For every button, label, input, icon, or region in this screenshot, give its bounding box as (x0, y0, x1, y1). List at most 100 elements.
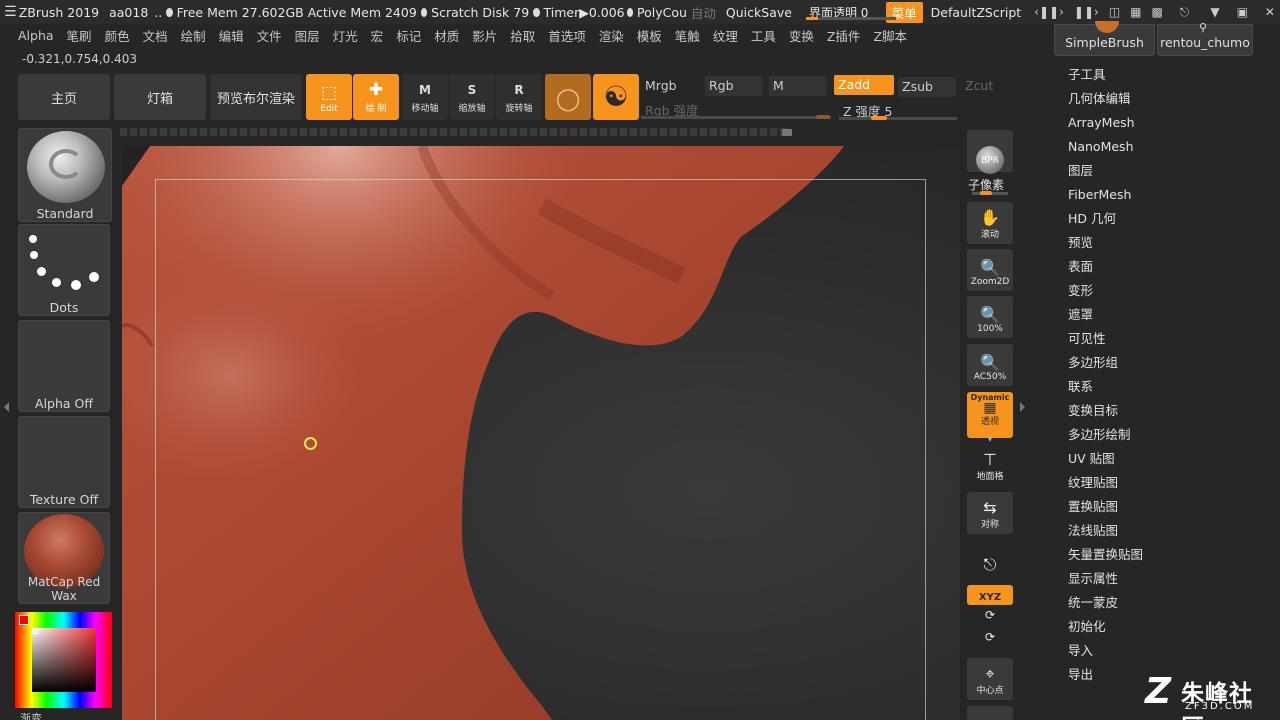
m-toggle[interactable]: M (769, 76, 827, 96)
minimize-icon[interactable]: ▼ (1210, 5, 1219, 19)
menu-item[interactable]: 材质 (434, 26, 459, 45)
material-selector[interactable]: MatCap Red Wax (18, 512, 110, 604)
color-saturation-square[interactable] (32, 628, 96, 692)
tool-menu-item[interactable]: 几何体编辑 (1068, 90, 1143, 114)
docking-icon[interactable]: ▩ (1152, 5, 1163, 19)
tool-menu-item[interactable]: 初始化 (1068, 618, 1143, 642)
bpr-render-button[interactable]: BPR (967, 130, 1013, 174)
maximize-icon[interactable]: ▣ (1237, 5, 1248, 19)
stroke-selector[interactable]: Dots (18, 224, 110, 316)
menu-item[interactable]: 工具 (751, 26, 776, 45)
material-sphere-button[interactable]: ◯ (545, 74, 591, 120)
zadd-toggle[interactable]: Zadd (834, 75, 894, 95)
canvas-scroll-thumb[interactable] (782, 129, 792, 136)
menu-item[interactable]: 文档 (143, 26, 168, 45)
tool-menu-item[interactable]: 法线贴图 (1068, 522, 1143, 546)
menu-item[interactable]: Z插件 (827, 26, 861, 45)
next-tool-button[interactable] (967, 706, 1013, 720)
tool-menu-item[interactable]: 统一蒙皮 (1068, 594, 1143, 618)
menu-item[interactable]: 渲染 (599, 26, 624, 45)
menu-item[interactable]: Z脚本 (873, 26, 907, 45)
tool-menu-item[interactable]: UV 贴图 (1068, 450, 1143, 474)
menu-item[interactable]: 纹理 (713, 26, 738, 45)
tool-menu-item[interactable]: 纹理贴图 (1068, 474, 1143, 498)
color-material-button[interactable]: ☯ (593, 74, 639, 120)
tool-menu-item[interactable]: 变形 (1068, 282, 1143, 306)
actual-size-button[interactable]: 🔍 100% (967, 296, 1013, 338)
lightbox-button[interactable]: 灯箱 (114, 74, 206, 120)
menu-item[interactable]: 笔刷 (67, 26, 92, 45)
scroll-button[interactable]: ✋ 滚动 (967, 202, 1013, 244)
zsub-toggle[interactable]: Zsub (898, 77, 956, 97)
document-canvas[interactable] (122, 146, 960, 720)
tool-menu-item[interactable]: 可见性 (1068, 330, 1143, 354)
ui-transparency-slider[interactable]: 界面透明 0 (805, 3, 896, 21)
menu-item[interactable]: 标记 (396, 26, 421, 45)
tool-menu-item[interactable]: NanoMesh (1068, 138, 1143, 162)
perspective-button[interactable]: Dynamic ▦ 透视 (967, 392, 1013, 438)
switch-layout-icon[interactable]: ▦ (1130, 5, 1141, 19)
bpr-preview-button[interactable]: 预览布尔渲染 (210, 74, 302, 120)
edit-mode-button[interactable]: ⬚ Edit (306, 74, 352, 120)
floor-grid-button[interactable]: ⊤ 地面格 (967, 448, 1013, 486)
xyz-rotate-button[interactable]: XYZ (967, 585, 1013, 605)
brush-selector[interactable]: Standard (18, 128, 112, 222)
tool-menu-item[interactable]: 多边形组 (1068, 354, 1143, 378)
tool-menu-item[interactable]: HD 几何 (1068, 210, 1143, 234)
tool-menu-item[interactable]: 变换目标 (1068, 402, 1143, 426)
menu-item[interactable]: 灯光 (333, 26, 358, 45)
canvas-scroll-rail[interactable] (120, 128, 790, 136)
z-intensity-slider[interactable] (839, 117, 957, 120)
draw-mode-button[interactable]: ✚ 绘 制 (353, 74, 399, 120)
rgb-toggle[interactable]: Rgb (705, 76, 763, 96)
color-picker[interactable] (15, 612, 112, 708)
menu-item[interactable]: 变换 (789, 26, 814, 45)
menu-item[interactable]: 影片 (472, 26, 497, 45)
menu-item[interactable]: 模板 (637, 26, 662, 45)
tool-menu-item[interactable]: 多边形绘制 (1068, 426, 1143, 450)
rotate-mode-button[interactable]: R 旋转轴 (496, 74, 542, 120)
rentou-brush-tile[interactable]: ⚲ rentou_chumo (1157, 21, 1253, 56)
main-color-swatch[interactable] (19, 615, 29, 625)
menu-item[interactable]: 拾取 (510, 26, 535, 45)
tray-dots-icon[interactable]: ‹❚❚› (1034, 5, 1064, 19)
lock-camera-button[interactable]: ⎋ (967, 540, 1013, 578)
menu-item[interactable]: Alpha (18, 28, 54, 43)
zcut-toggle[interactable]: Zcut (961, 76, 997, 96)
simple-brush-tile[interactable]: SimpleBrush (1054, 21, 1155, 56)
quicksave-button[interactable]: QuickSave (726, 5, 792, 20)
menu-item[interactable]: 绘制 (181, 26, 206, 45)
tool-menu-item[interactable]: 图层 (1068, 162, 1143, 186)
perspective-dropdown-icon[interactable]: ▼ (967, 436, 1013, 446)
tool-menu-item[interactable]: 子工具 (1068, 66, 1143, 90)
right-tray-handle-icon[interactable] (1020, 394, 1026, 422)
tool-menu-item[interactable]: 置换贴图 (1068, 498, 1143, 522)
lock-icon[interactable]: ⎋ (1180, 5, 1190, 20)
layout-icon[interactable]: ◫ (1109, 5, 1120, 19)
tool-menu-item[interactable]: 导入 (1068, 642, 1143, 666)
texture-selector[interactable]: Texture Off (18, 416, 110, 508)
tool-menu-item[interactable]: 显示属性 (1068, 570, 1143, 594)
tool-menu-item[interactable]: 表面 (1068, 258, 1143, 282)
tool-menu-item[interactable]: 联系 (1068, 378, 1143, 402)
menu-item[interactable]: 笔触 (675, 26, 700, 45)
center-point-button[interactable]: ⌖ 中心点 (967, 658, 1013, 700)
menu-item[interactable]: 宏 (371, 26, 384, 45)
tray-bars-icon[interactable]: ❚❚› (1074, 5, 1099, 19)
z-rotate-button[interactable]: ⟳ (967, 630, 1013, 650)
symmetry-button[interactable]: ⇆ 对称 (967, 492, 1013, 534)
alpha-selector[interactable]: Alpha Off (18, 320, 110, 412)
y-rotate-button[interactable]: ⟳ (967, 608, 1013, 628)
menu-item[interactable]: 颜色 (105, 26, 130, 45)
scale-mode-button[interactable]: S 缩放轴 (449, 74, 495, 120)
tool-menu-item[interactable]: 矢量置换贴图 (1068, 546, 1143, 570)
menu-item[interactable]: 文件 (257, 26, 282, 45)
default-zscript-button[interactable]: DefaultZScript (931, 5, 1022, 20)
move-mode-button[interactable]: M 移动轴 (402, 74, 448, 120)
tool-menu-item[interactable]: 遮罩 (1068, 306, 1143, 330)
home-button[interactable]: 主页 (18, 74, 110, 120)
menu-item[interactable]: 编辑 (219, 26, 244, 45)
menu-item[interactable]: 首选项 (548, 26, 586, 45)
half-size-button[interactable]: 🔍 AC50% (967, 344, 1013, 386)
tool-menu-item[interactable]: 预览 (1068, 234, 1143, 258)
